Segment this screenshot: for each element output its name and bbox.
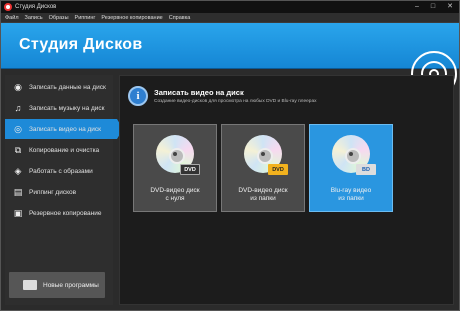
card-label-line2: с нуля	[165, 195, 185, 202]
maximize-button[interactable]: □	[425, 1, 441, 13]
page-subtitle: Создание видео-дисков для просмотра на л…	[154, 99, 317, 104]
card-label: DVD-видео диск из папки	[238, 187, 287, 203]
sidebar-item-data[interactable]: ◉ Записать данные на диск	[5, 77, 113, 97]
card-label-line2: из папки	[338, 195, 364, 202]
programs-icon	[23, 280, 37, 290]
page-title: Записать видео на диск	[154, 88, 244, 97]
menu-help[interactable]: Справка	[169, 15, 191, 21]
dvd-folder-disc-icon: DVD	[244, 135, 288, 175]
card-bluray-from-folder[interactable]: BD Blu-ray видео из папки	[309, 124, 393, 212]
main-content: i Записать видео на диск Создание видео-…	[119, 75, 454, 305]
minimize-button[interactable]: –	[409, 1, 425, 13]
dvd-badge: DVD	[180, 164, 200, 175]
disc-icon: ◉	[14, 81, 22, 92]
sidebar-item-backup[interactable]: ▣ Резервное копирование	[5, 203, 113, 223]
sidebar-item-label: Записать видео на диск	[29, 125, 102, 133]
card-label: Blu-ray видео из папки	[331, 187, 372, 203]
sidebar-item-label: Записать музыку на диск	[29, 104, 105, 112]
window-title: Студия Дисков	[15, 4, 57, 10]
card-dvd-from-folder[interactable]: DVD DVD-видео диск из папки	[221, 124, 305, 212]
sidebar-item-copy[interactable]: ⧉ Копирование и очистка	[5, 140, 113, 160]
menu-file[interactable]: Файл	[5, 15, 19, 21]
app-logo-icon	[4, 3, 12, 11]
header-banner: Студия Дисков	[1, 23, 459, 97]
sidebar-item-label: Записать данные на диск	[29, 83, 106, 91]
sidebar-item-video[interactable]: ◎ Записать видео на диск	[5, 119, 123, 139]
sidebar-item-label: Работать с образами	[29, 167, 93, 175]
card-label-line2: из папки	[250, 195, 276, 202]
menu-bar: Файл Запись Образы Риппинг Резервное коп…	[1, 13, 459, 23]
title-bar: Студия Дисков – □ ✕	[1, 1, 459, 13]
card-dvd-from-scratch[interactable]: DVD DVD-видео диск с нуля	[133, 124, 217, 212]
new-programs-label: Новые программы	[43, 281, 99, 289]
sidebar: ◉ Записать данные на диск ♫ Записать муз…	[5, 75, 123, 305]
copy-icon: ⧉	[14, 144, 22, 155]
sidebar-item-images[interactable]: ◈ Работать с образами	[5, 161, 113, 181]
sidebar-item-label: Копирование и очистка	[29, 146, 100, 154]
card-label-line1: Blu-ray видео	[330, 187, 372, 194]
sidebar-item-ripping[interactable]: ▤ Риппинг дисков	[5, 182, 113, 202]
image-icon: ◈	[14, 165, 22, 176]
video-disc-icon: ◎	[14, 123, 22, 134]
music-note-icon: ♫	[14, 103, 22, 113]
banner-title: Студия Дисков	[19, 36, 143, 53]
backup-icon: ▣	[13, 207, 23, 218]
sidebar-item-label: Резервное копирование	[29, 209, 102, 217]
new-programs-button[interactable]: Новые программы	[9, 272, 105, 298]
menu-record[interactable]: Запись	[25, 15, 43, 21]
menu-ripping[interactable]: Риппинг	[75, 15, 96, 21]
card-label-line1: DVD-видео диск	[150, 187, 200, 194]
card-label-line1: DVD-видео диск	[238, 187, 288, 194]
dvd-disc-icon: DVD	[156, 135, 200, 175]
rip-icon: ▤	[13, 186, 23, 197]
sidebar-item-label: Риппинг дисков	[29, 188, 77, 196]
info-icon: i	[128, 86, 148, 106]
bluray-badge: BD	[356, 164, 376, 175]
card-label: DVD-видео диск с нуля	[150, 187, 199, 203]
app-window: Студия Дисков – □ ✕ Файл Запись Образы Р…	[0, 0, 460, 311]
menu-backup[interactable]: Резервное копирование	[101, 15, 162, 21]
close-button[interactable]: ✕	[441, 1, 459, 13]
sidebar-item-music[interactable]: ♫ Записать музыку на диск	[5, 98, 113, 118]
dvd-folder-badge: DVD	[268, 164, 288, 175]
bluray-disc-icon: BD	[332, 135, 376, 175]
menu-images[interactable]: Образы	[49, 15, 69, 21]
